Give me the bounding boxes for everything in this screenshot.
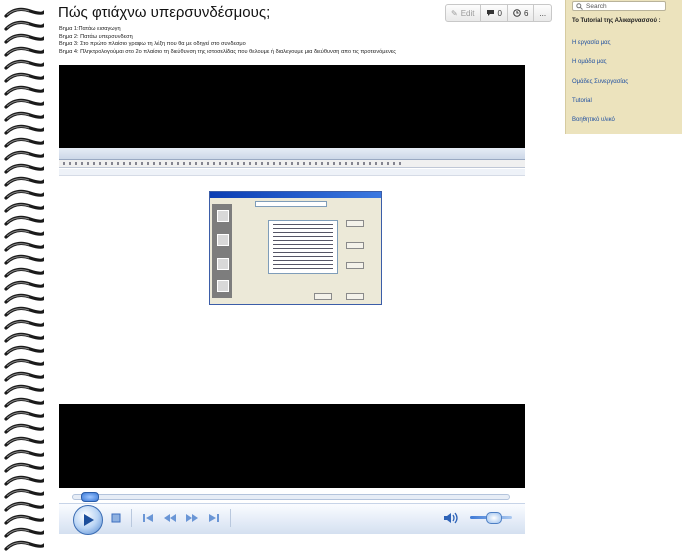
spiral-ring	[4, 20, 44, 31]
history-button[interactable]: 6	[508, 5, 535, 21]
spiral-ring	[4, 46, 44, 57]
spiral-ring	[4, 7, 44, 18]
stop-button[interactable]	[109, 511, 123, 525]
spiral-ring	[4, 280, 44, 291]
spiral-ring	[4, 228, 44, 239]
spiral-ring	[4, 241, 44, 252]
spiral-ring	[4, 215, 44, 226]
spiral-ring	[4, 124, 44, 135]
spiral-ring	[4, 150, 44, 161]
spiral-ring	[4, 462, 44, 473]
speaker-icon	[444, 512, 458, 524]
mute-button[interactable]	[442, 510, 460, 526]
more-label: ...	[539, 8, 547, 18]
sidebar-link-collaboration-groups[interactable]: Ομάδες Συνεργασίας	[572, 79, 628, 85]
spiral-ring	[4, 527, 44, 538]
play-button[interactable]	[73, 505, 103, 535]
spiral-ring	[4, 514, 44, 525]
sidebar-link-our-work[interactable]: Η εργασία μας	[572, 40, 611, 46]
play-icon	[84, 514, 94, 526]
sidebar-blank	[565, 134, 682, 541]
step-line: Βημα 1:Πατάω εισαγωγη	[59, 26, 121, 32]
page-actions: ✎ Edit 0 6 ...	[445, 4, 553, 22]
spiral-ring	[4, 319, 44, 330]
spiral-binding	[0, 0, 50, 551]
spiral-ring	[4, 436, 44, 447]
controls-divider	[230, 509, 231, 527]
video-frame[interactable]	[59, 65, 525, 488]
comment-icon	[486, 10, 494, 16]
spiral-ring	[4, 189, 44, 200]
spiral-ring	[4, 59, 44, 70]
volume-thumb[interactable]	[486, 512, 503, 524]
spiral-ring	[4, 306, 44, 317]
spiral-ring	[4, 501, 44, 512]
search-icon	[576, 2, 583, 10]
screenshot-menubar	[59, 148, 525, 160]
clock-icon	[513, 9, 521, 17]
spiral-ring	[4, 33, 44, 44]
spiral-ring	[4, 410, 44, 421]
spiral-ring	[4, 358, 44, 369]
spiral-ring	[4, 293, 44, 304]
spiral-ring	[4, 475, 44, 486]
sidebar-link-tutorial[interactable]: Tutorial	[572, 98, 592, 104]
screenshot-toolbar	[59, 160, 525, 168]
video-screenshot	[59, 148, 525, 404]
steps-text: Βημα 1:Πατάω εισαγωγη Βημα 2: Πατάω υπερ…	[59, 26, 396, 56]
spiral-ring	[4, 202, 44, 213]
spiral-ring	[4, 540, 44, 551]
seek-thumb[interactable]	[81, 492, 100, 502]
seek-bar[interactable]	[72, 494, 510, 500]
spiral-ring	[4, 111, 44, 122]
spiral-ring	[4, 423, 44, 434]
step-line: Βημα 3: Στο πρώτο πλαίσιο γραφω τη λέξη …	[59, 41, 246, 48]
edit-label: Edit	[460, 8, 475, 18]
sidebar-link-our-team[interactable]: Η ομάδα μας	[572, 59, 607, 65]
spiral-ring	[4, 345, 44, 356]
page-title: Πώς φτιάχνω υπερσυνδέσμους;	[58, 4, 271, 21]
skip-back-icon	[143, 514, 153, 522]
stop-icon	[111, 513, 121, 523]
rewind-icon	[164, 514, 176, 522]
step-line: Βημα 4: Πληκτρολογούμαι στο 2ο πλαίσιο τ…	[59, 48, 396, 55]
edit-button[interactable]: ✎ Edit	[446, 5, 481, 21]
search-placeholder: Search	[586, 2, 607, 10]
sidebar-heading: Το Tutorial της Αλικαρνασσού :	[572, 18, 661, 24]
spiral-ring	[4, 98, 44, 109]
spiral-ring	[4, 449, 44, 460]
pencil-icon: ✎	[451, 8, 458, 18]
next-button[interactable]	[206, 511, 222, 525]
previous-button[interactable]	[140, 511, 156, 525]
spiral-ring	[4, 332, 44, 343]
fast-forward-icon	[186, 514, 198, 522]
spiral-ring	[4, 267, 44, 278]
spiral-ring	[4, 384, 44, 395]
search-input[interactable]: Search	[572, 1, 666, 11]
screenshot-ruler	[59, 169, 525, 176]
spiral-ring	[4, 254, 44, 265]
skip-forward-icon	[209, 514, 219, 522]
spiral-ring	[4, 85, 44, 96]
sidebar-link-helper-material[interactable]: Βοηθητικό υλικό	[572, 117, 615, 123]
spiral-ring	[4, 371, 44, 382]
comments-button[interactable]: 0	[481, 5, 508, 21]
controls-divider	[131, 509, 132, 527]
rewind-button[interactable]	[162, 511, 178, 525]
spiral-ring	[4, 488, 44, 499]
spiral-ring	[4, 137, 44, 148]
comments-count: 0	[497, 8, 502, 18]
history-count: 6	[523, 8, 529, 18]
fast-forward-button[interactable]	[184, 511, 200, 525]
screenshot-hyperlink-dialog	[209, 191, 382, 305]
more-button[interactable]: ...	[534, 5, 551, 21]
spiral-ring	[4, 397, 44, 408]
spiral-ring	[4, 176, 44, 187]
spiral-ring	[4, 72, 44, 83]
spiral-ring	[4, 163, 44, 174]
